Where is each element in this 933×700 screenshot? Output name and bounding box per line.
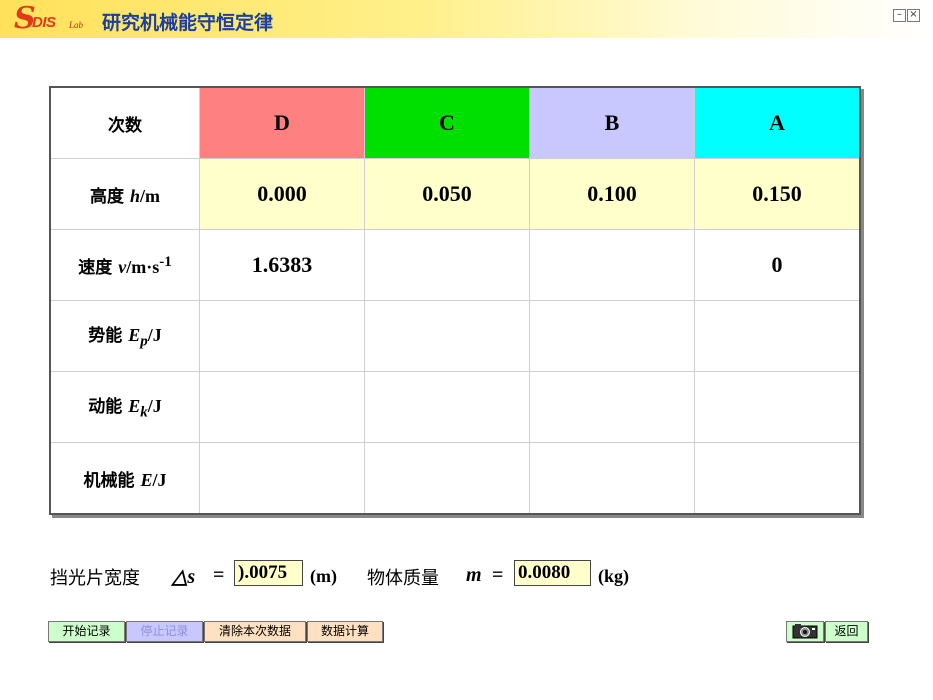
cell-potential-c xyxy=(364,300,530,372)
mass-unit: (kg) xyxy=(598,566,629,586)
width-label: 挡光片宽度 xyxy=(50,568,140,589)
stop-record-button[interactable]: 停止记录 xyxy=(126,621,203,642)
row-label-unit: /J xyxy=(147,325,162,346)
dislab-logo: S DIS Lab xyxy=(14,1,94,36)
row-label-var: E xyxy=(128,325,141,346)
row-label-height: 高度 h/m xyxy=(49,158,200,230)
row-label-potential-energy: 势能 Ep/J xyxy=(49,300,200,372)
cell-kinetic-a xyxy=(694,371,861,443)
column-header-b: B xyxy=(529,86,695,159)
cell-kinetic-d xyxy=(199,371,365,443)
minimize-button[interactable]: – xyxy=(893,9,906,22)
table-header-row: 次数 D C B A xyxy=(49,86,861,159)
row-label-unit: /J xyxy=(147,396,162,417)
clear-data-button[interactable]: 清除本次数据 xyxy=(204,621,306,642)
cell-height-c: 0.050 xyxy=(364,158,530,230)
app-title: 研究机械能守恒定律 xyxy=(102,12,274,34)
row-label-var: E xyxy=(140,469,153,490)
logo-sub: Lab xyxy=(69,20,84,30)
width-symbol: △s xyxy=(172,566,196,588)
cell-potential-a xyxy=(694,300,861,372)
column-header-a: A xyxy=(694,86,861,159)
column-header-d: D xyxy=(199,86,365,159)
cell-mechanical-c xyxy=(364,442,530,515)
cell-velocity-c xyxy=(364,229,530,301)
table-row-mechanical-energy: 机械能 E/J xyxy=(49,442,861,515)
row-label-cn: 动能 xyxy=(88,397,129,418)
mass-symbol: m xyxy=(466,564,482,586)
row-label-cn: 机械能 xyxy=(83,470,141,491)
cell-mechanical-b xyxy=(529,442,695,515)
cell-height-a: 0.150 xyxy=(694,158,861,230)
compute-data-button[interactable]: 数据计算 xyxy=(307,621,383,642)
row-label-sub: k xyxy=(140,404,148,421)
row-label-sup: -1 xyxy=(159,253,172,270)
title-bar: S DIS Lab 研究机械能守恒定律 xyxy=(0,0,933,38)
row-label-cn: 势能 xyxy=(88,326,129,347)
row-label-unit: /m xyxy=(139,185,160,206)
cell-potential-b xyxy=(529,300,695,372)
back-button[interactable]: 返回 xyxy=(825,621,868,642)
cell-kinetic-b xyxy=(529,371,695,443)
cell-mechanical-d xyxy=(199,442,365,515)
cell-height-b: 0.100 xyxy=(529,158,695,230)
row-label-unit: /J xyxy=(152,469,167,490)
camera-button[interactable] xyxy=(786,621,824,642)
row-label-cn: 速度 xyxy=(78,257,119,278)
row-label-var: h xyxy=(129,185,140,206)
close-button[interactable]: × xyxy=(907,9,920,22)
camera-icon xyxy=(792,624,818,639)
cell-potential-d xyxy=(199,300,365,372)
row-label-mechanical-energy: 机械能 E/J xyxy=(49,442,200,515)
mass-label: 物体质量 xyxy=(367,568,439,589)
table-row-height: 高度 h/m 0.000 0.050 0.100 0.150 xyxy=(49,158,861,230)
column-header-c: C xyxy=(364,86,530,159)
table-row-velocity: 速度 v/m·s-1 1.6383 0 xyxy=(49,229,861,301)
row-label-var: E xyxy=(128,396,141,417)
header-label: 次数 xyxy=(108,115,142,136)
start-record-button[interactable]: 开始记录 xyxy=(48,621,125,642)
cell-height-d: 0.000 xyxy=(199,158,365,230)
cell-velocity-a: 0 xyxy=(694,229,861,301)
header-label-cell: 次数 xyxy=(49,86,200,159)
row-label-cn: 高度 xyxy=(90,186,130,207)
width-equals: = xyxy=(213,564,225,586)
cell-mechanical-a xyxy=(694,442,861,515)
logo-text: DIS xyxy=(32,14,56,31)
table-row-potential-energy: 势能 Ep/J xyxy=(49,300,861,372)
row-label-velocity: 速度 v/m·s-1 xyxy=(49,229,200,301)
row-label-var: v xyxy=(118,256,127,277)
cell-velocity-b xyxy=(529,229,695,301)
width-input[interactable] xyxy=(234,560,303,586)
cell-kinetic-c xyxy=(364,371,530,443)
table-row-kinetic-energy: 动能 Ek/J xyxy=(49,371,861,443)
row-label-unit: /m·s xyxy=(126,256,160,277)
mass-equals: = xyxy=(492,564,504,586)
width-unit: (m) xyxy=(310,566,337,586)
data-table: 次数 D C B A 高度 h/m 0.000 0.050 0.100 0.15… xyxy=(49,86,861,515)
mass-input[interactable] xyxy=(514,560,591,586)
row-label-sub: p xyxy=(140,333,148,350)
row-label-kinetic-energy: 动能 Ek/J xyxy=(49,371,200,443)
cell-velocity-d: 1.6383 xyxy=(199,229,365,301)
